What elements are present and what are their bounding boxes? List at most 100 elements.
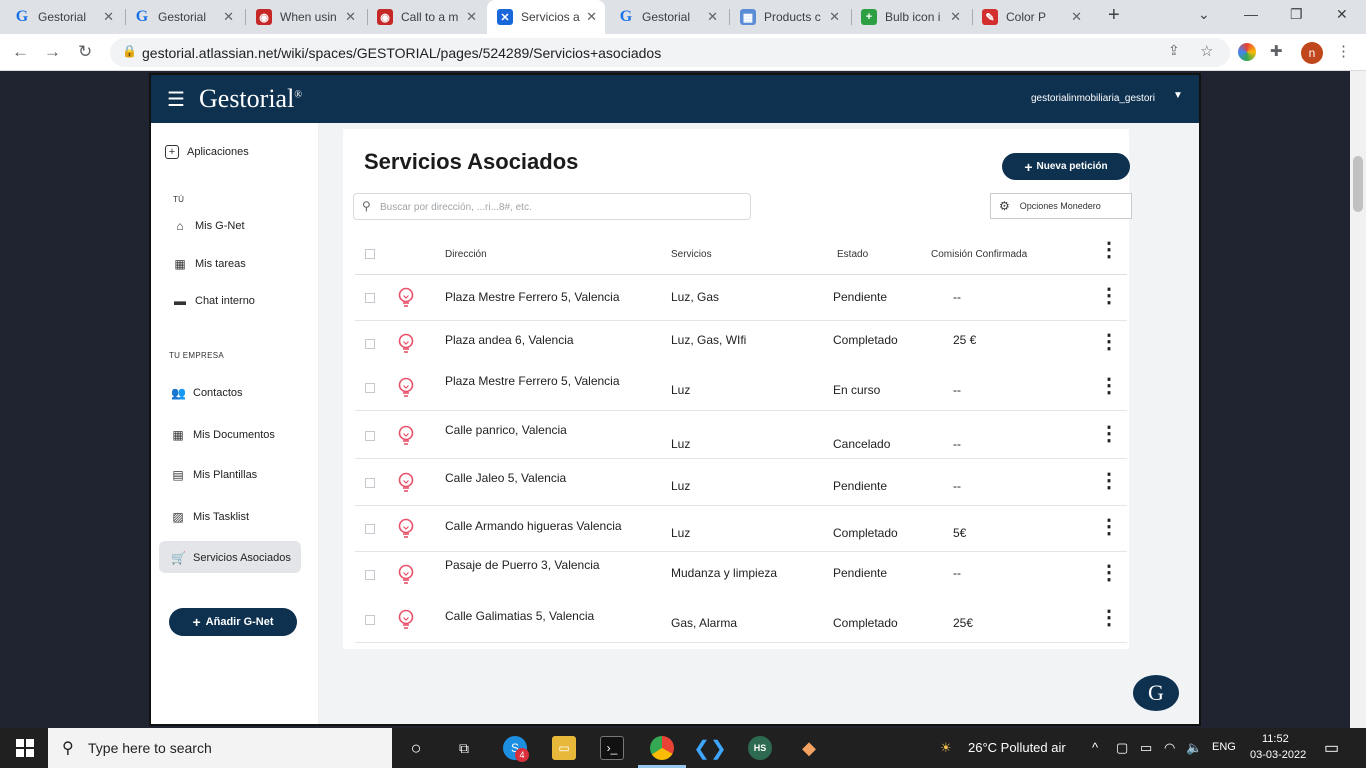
row-checkbox[interactable] xyxy=(365,570,375,580)
row-more-icon[interactable]: ⋮ xyxy=(1099,332,1119,352)
chrome-icon[interactable] xyxy=(650,736,674,760)
sidebar-item-mis-g-net[interactable]: ⌂ Mis G-Net xyxy=(173,219,244,233)
sidebar-item-mis-plantillas[interactable]: ▤ Mis Plantillas xyxy=(171,468,257,482)
sidebar-item-mis-tareas[interactable]: ▦ Mis tareas xyxy=(173,257,245,271)
tab-close-icon[interactable]: ✕ xyxy=(1071,9,1082,25)
tab-close-icon[interactable]: ✕ xyxy=(829,9,840,25)
share-icon[interactable]: ⇪ xyxy=(1168,42,1180,59)
search-box[interactable]: ⚲ xyxy=(353,193,751,220)
volume-icon[interactable]: 🔈 xyxy=(1186,740,1202,756)
table-row[interactable]: Calle Galimatias 5, Valencia Gas, Alarma C… xyxy=(355,597,1127,643)
select-all-checkbox[interactable] xyxy=(365,249,375,259)
tray-chevron-up-icon[interactable]: ^ xyxy=(1092,740,1098,755)
clock-time[interactable]: 11:52 xyxy=(1262,733,1289,745)
browser-tab[interactable]: ◉ Call to a m ✕ xyxy=(367,0,485,34)
back-icon[interactable]: ← xyxy=(12,42,29,62)
add-g-net-button[interactable]: + Añadir G-Net xyxy=(169,608,297,636)
browser-tab[interactable]: + Bulb icon i ✕ xyxy=(851,0,969,34)
tab-close-icon[interactable]: ✕ xyxy=(707,9,718,25)
sidebar-item-mis-tasklist[interactable]: ▨ Mis Tasklist xyxy=(171,510,249,524)
row-more-icon[interactable]: ⋮ xyxy=(1099,424,1119,444)
row-more-icon[interactable]: ⋮ xyxy=(1099,608,1119,628)
chat-bubble-button[interactable]: G xyxy=(1133,675,1179,711)
weather-text[interactable]: 26°C Polluted air xyxy=(968,740,1066,755)
file-explorer-icon[interactable]: ▭ xyxy=(552,736,576,760)
address-bar[interactable]: 🔒 gestorial.atlassian.net/wiki/spaces/GE… xyxy=(110,38,1230,67)
extension-color-icon[interactable] xyxy=(1238,43,1256,61)
tab-close-icon[interactable]: ✕ xyxy=(950,9,961,25)
terminal-icon[interactable]: ›_ xyxy=(600,736,624,760)
user-menu[interactable]: gestorialinmobiliaria_gestori xyxy=(1031,93,1171,104)
wallet-options-button[interactable]: ⚙ Opciones Monedero xyxy=(990,193,1132,219)
scrollbar-thumb[interactable] xyxy=(1353,156,1363,212)
sidebar-item-servicios-asociados[interactable]: 🛒 Servicios Asociados xyxy=(171,551,291,565)
clock-date[interactable]: 03-03-2022 xyxy=(1250,749,1306,761)
battery-icon[interactable]: ▭ xyxy=(1140,740,1152,756)
restore-icon[interactable]: ❐ xyxy=(1290,6,1303,23)
column-header-comision[interactable]: Comisión Confirmada xyxy=(931,249,1027,260)
table-row[interactable]: Plaza Mestre Ferrero 5, Valencia Luz, Gas… xyxy=(355,275,1127,321)
table-row[interactable]: Calle Jaleo 5, Valencia Luz Pendiente -- ⋮ xyxy=(355,460,1127,506)
chevron-down-icon[interactable]: ▼ xyxy=(1173,90,1183,101)
browser-tab[interactable]: ✕ Servicios a ✕ xyxy=(487,0,605,34)
bookmark-star-icon[interactable]: ☆ xyxy=(1200,42,1213,60)
hs-app-icon[interactable]: HS xyxy=(748,736,772,760)
tab-close-icon[interactable]: ✕ xyxy=(103,9,114,25)
sidebar-item-aplicaciones[interactable]: + Aplicaciones xyxy=(165,145,249,159)
row-more-icon[interactable]: ⋮ xyxy=(1099,286,1119,306)
wifi-icon[interactable]: ◠ xyxy=(1164,740,1175,756)
row-checkbox[interactable] xyxy=(365,339,375,349)
row-more-icon[interactable]: ⋮ xyxy=(1099,517,1119,537)
browser-menu-icon[interactable]: ⋮ xyxy=(1336,42,1351,60)
column-header-direccion[interactable]: Dirección xyxy=(445,249,487,260)
tab-close-icon[interactable]: ✕ xyxy=(466,9,477,25)
forward-icon[interactable]: → xyxy=(44,42,61,62)
language-indicator[interactable]: ENG xyxy=(1212,741,1236,753)
windows-start-icon[interactable] xyxy=(16,739,34,757)
browser-tab[interactable]: G Gestorial ✕ xyxy=(608,0,726,34)
tab-close-icon[interactable]: ✕ xyxy=(223,9,234,25)
table-row[interactable]: Calle panrico, Valencia Luz Cancelado -- ⋮ xyxy=(355,413,1127,459)
browser-tab[interactable]: G Gestorial ✕ xyxy=(124,0,242,34)
new-request-button[interactable]: + Nueva petición xyxy=(1002,153,1130,180)
row-checkbox[interactable] xyxy=(365,524,375,534)
task-view-icon[interactable]: ⧉ xyxy=(452,736,476,760)
vscode-icon[interactable]: ❮❯ xyxy=(693,736,727,760)
new-tab-button[interactable]: + xyxy=(1108,4,1120,27)
tab-search-chevron-icon[interactable]: ⌄ xyxy=(1198,6,1210,23)
gestorial-logo[interactable]: Gestorial® xyxy=(199,84,302,114)
notifications-icon[interactable]: ▭ xyxy=(1324,738,1339,758)
row-more-icon[interactable]: ⋮ xyxy=(1099,471,1119,491)
hamburger-menu-icon[interactable]: ☰ xyxy=(167,87,185,112)
row-checkbox[interactable] xyxy=(365,293,375,303)
table-row[interactable]: Plaza Mestre Ferrero 5, Valencia Luz En cu… xyxy=(355,365,1127,411)
header-more-icon[interactable]: ⋮ xyxy=(1099,240,1119,260)
minimize-icon[interactable]: — xyxy=(1244,6,1258,22)
browser-tab[interactable]: G Gestorial ✕ xyxy=(4,0,122,34)
git-icon[interactable]: ◆ xyxy=(797,736,821,760)
extensions-puzzle-icon[interactable]: ✚ xyxy=(1270,42,1283,60)
table-row[interactable]: Pasaje de Puerro 3, Valencia Mudanza y li… xyxy=(355,552,1127,598)
row-checkbox[interactable] xyxy=(365,478,375,488)
browser-tab[interactable]: ▦ Products c ✕ xyxy=(730,0,848,34)
table-row[interactable]: Calle Armando higueras Valencia Luz Comple… xyxy=(355,506,1127,552)
weather-icon[interactable]: ☀ xyxy=(940,740,952,756)
row-more-icon[interactable]: ⋮ xyxy=(1099,563,1119,583)
browser-tab[interactable]: ✎ Color P ✕ xyxy=(972,0,1090,34)
row-checkbox[interactable] xyxy=(365,431,375,441)
row-checkbox[interactable] xyxy=(365,383,375,393)
profile-avatar[interactable]: n xyxy=(1301,42,1323,64)
sidebar-item-mis-documentos[interactable]: ▦ Mis Documentos xyxy=(171,428,275,442)
sidebar-item-contactos[interactable]: 👥 Contactos xyxy=(171,386,243,400)
browser-tab[interactable]: ◉ When usin ✕ xyxy=(246,0,364,34)
table-row[interactable]: Plaza andea 6, Valencia Luz, Gas, WIfi Com… xyxy=(355,321,1127,367)
column-header-estado[interactable]: Estado xyxy=(837,249,868,260)
taskbar-search[interactable]: ⚲ Type here to search xyxy=(48,728,392,768)
tab-close-icon[interactable]: ✕ xyxy=(345,9,356,25)
reload-icon[interactable]: ↻ xyxy=(78,42,92,62)
cortana-circle-icon[interactable]: ○ xyxy=(404,736,428,760)
sidebar-item-chat-interno[interactable]: ▬ Chat interno xyxy=(173,294,255,308)
column-header-servicios[interactable]: Servicios xyxy=(671,249,712,260)
tab-close-icon[interactable]: ✕ xyxy=(586,9,597,25)
row-more-icon[interactable]: ⋮ xyxy=(1099,376,1119,396)
